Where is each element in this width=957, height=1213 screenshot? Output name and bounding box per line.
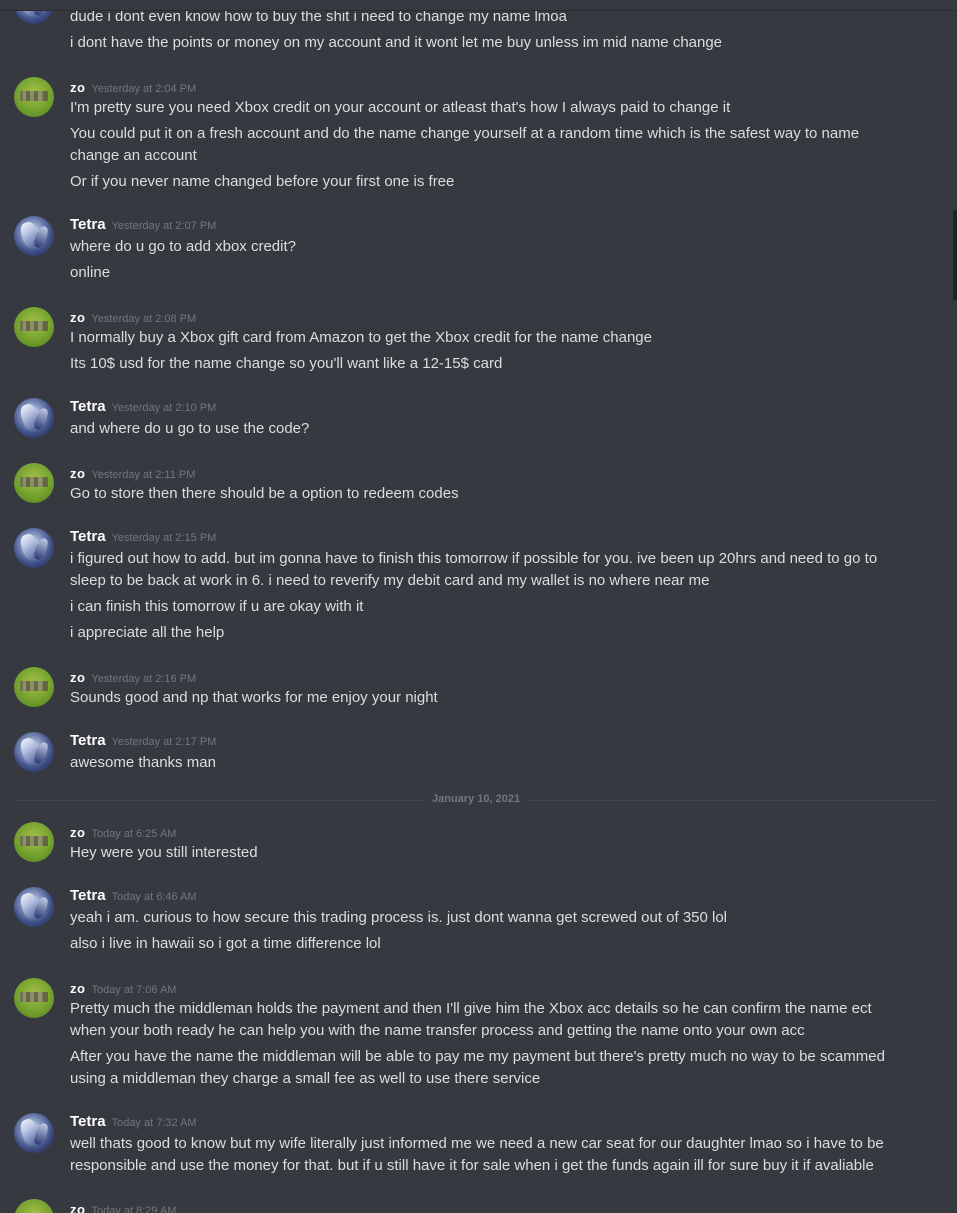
message-header: zo Yesterday at 2:11 PM bbox=[70, 465, 195, 483]
message-text: I normally buy a Xbox gift card from Ama… bbox=[70, 329, 652, 346]
username[interactable]: Tetra bbox=[70, 887, 106, 904]
message-text: i figured out how to add. but im gonna h… bbox=[70, 550, 878, 567]
message-text: where do u go to add xbox credit? bbox=[70, 238, 296, 255]
message-text: yeah i am. curious to how secure this tr… bbox=[70, 909, 728, 926]
message-text: Its 10$ usd for the name change so you'l… bbox=[70, 355, 503, 372]
avatar[interactable] bbox=[14, 1199, 54, 1213]
avatar[interactable] bbox=[14, 1113, 54, 1153]
username[interactable]: zo bbox=[70, 981, 85, 996]
message-text: i dont have the points or money on my ac… bbox=[70, 34, 723, 51]
timestamp: Yesterday at 2:08 PM bbox=[91, 313, 197, 325]
avatar[interactable] bbox=[14, 307, 54, 347]
avatar[interactable] bbox=[14, 398, 54, 438]
message-text: also i live in hawaii so i got a time di… bbox=[70, 935, 381, 952]
timestamp: Yesterday at 2:10 PM bbox=[111, 402, 217, 414]
username[interactable]: Tetra bbox=[70, 398, 106, 415]
message-text: Hey were you still interested bbox=[70, 844, 258, 861]
username[interactable]: Tetra bbox=[70, 732, 106, 749]
timestamp: Today at 7:06 AM bbox=[91, 984, 177, 996]
message-text: sleep to be back at work in 6. i need to… bbox=[70, 572, 710, 589]
message-text: when your both ready he can help you wit… bbox=[70, 1022, 805, 1039]
message-header: zo Today at 8:29 AM bbox=[70, 1201, 176, 1213]
username[interactable]: zo bbox=[70, 1202, 85, 1213]
username[interactable]: zo bbox=[70, 825, 85, 840]
message-header: Tetra Today at 7:32 AM bbox=[70, 1113, 197, 1131]
message-text: Pretty much the middleman holds the paym… bbox=[70, 1000, 872, 1017]
timestamp: Yesterday at 2:17 PM bbox=[111, 736, 217, 748]
message-text: well thats good to know but my wife lite… bbox=[70, 1135, 884, 1152]
top-edge bbox=[0, 0, 957, 11]
timestamp: Today at 6:25 AM bbox=[91, 828, 177, 840]
timestamp: Yesterday at 2:16 PM bbox=[91, 673, 197, 685]
username[interactable]: zo bbox=[70, 310, 85, 325]
scrollbar-thumb[interactable] bbox=[953, 210, 957, 300]
message-header: Tetra Yesterday at 2:15 PM bbox=[70, 528, 216, 546]
message-header: zo Yesterday at 2:08 PM bbox=[70, 309, 196, 327]
message-header: Tetra Today at 6:46 AM bbox=[70, 887, 197, 905]
message-text: awesome thanks man bbox=[70, 754, 216, 771]
username[interactable]: Tetra bbox=[70, 528, 106, 545]
avatar[interactable] bbox=[14, 528, 54, 568]
timestamp: Yesterday at 2:07 PM bbox=[111, 220, 217, 232]
date-divider-label: January 10, 2021 bbox=[424, 793, 529, 805]
timestamp: Yesterday at 2:04 PM bbox=[91, 83, 197, 95]
message-header: Tetra Yesterday at 2:07 PM bbox=[70, 216, 216, 234]
message-list: dude i dont even know how to buy the shi… bbox=[0, 0, 957, 1213]
avatar[interactable] bbox=[14, 77, 54, 117]
avatar[interactable] bbox=[14, 822, 54, 862]
message-text: Or if you never name changed before your… bbox=[70, 173, 455, 190]
message-text: using a middleman they charge a small fe… bbox=[70, 1070, 541, 1087]
timestamp: Today at 6:46 AM bbox=[111, 891, 197, 903]
timestamp: Yesterday at 2:11 PM bbox=[91, 469, 196, 481]
message-text: You could put it on a fresh account and … bbox=[70, 125, 860, 142]
avatar[interactable] bbox=[14, 978, 54, 1018]
message-header: zo Today at 6:25 AM bbox=[70, 824, 176, 842]
timestamp: Today at 8:29 AM bbox=[91, 1205, 177, 1213]
message-text: Go to store then there should be a optio… bbox=[70, 485, 459, 502]
message-header: Tetra Yesterday at 2:17 PM bbox=[70, 732, 216, 750]
username[interactable]: Tetra bbox=[70, 216, 106, 233]
message-header: Tetra Yesterday at 2:10 PM bbox=[70, 398, 216, 416]
message-text: Sounds good and np that works for me enj… bbox=[70, 689, 438, 706]
message-header: zo Yesterday at 2:16 PM bbox=[70, 669, 196, 687]
message-text: i can finish this tomorrow if u are okay… bbox=[70, 598, 364, 615]
username[interactable]: zo bbox=[70, 80, 85, 95]
timestamp: Yesterday at 2:15 PM bbox=[111, 532, 217, 544]
avatar[interactable] bbox=[14, 216, 54, 256]
timestamp: Today at 7:32 AM bbox=[111, 1117, 197, 1129]
message-text: online bbox=[70, 264, 111, 281]
avatar[interactable] bbox=[14, 463, 54, 503]
message-text: responsible and use the money for that. … bbox=[70, 1157, 874, 1174]
message-text: I'm pretty sure you need Xbox credit on … bbox=[70, 99, 731, 116]
avatar[interactable] bbox=[14, 667, 54, 707]
username[interactable]: zo bbox=[70, 670, 85, 685]
username[interactable]: zo bbox=[70, 466, 85, 481]
message-header: zo Yesterday at 2:04 PM bbox=[70, 79, 196, 97]
message-text: change an account bbox=[70, 147, 197, 164]
message-text: After you have the name the middleman wi… bbox=[70, 1048, 885, 1065]
message-header: zo Today at 7:06 AM bbox=[70, 980, 176, 998]
message-text: and where do u go to use the code? bbox=[70, 420, 310, 437]
username[interactable]: Tetra bbox=[70, 1113, 106, 1130]
avatar[interactable] bbox=[14, 732, 54, 772]
avatar[interactable] bbox=[14, 887, 54, 927]
message-text: i appreciate all the help bbox=[70, 624, 225, 641]
